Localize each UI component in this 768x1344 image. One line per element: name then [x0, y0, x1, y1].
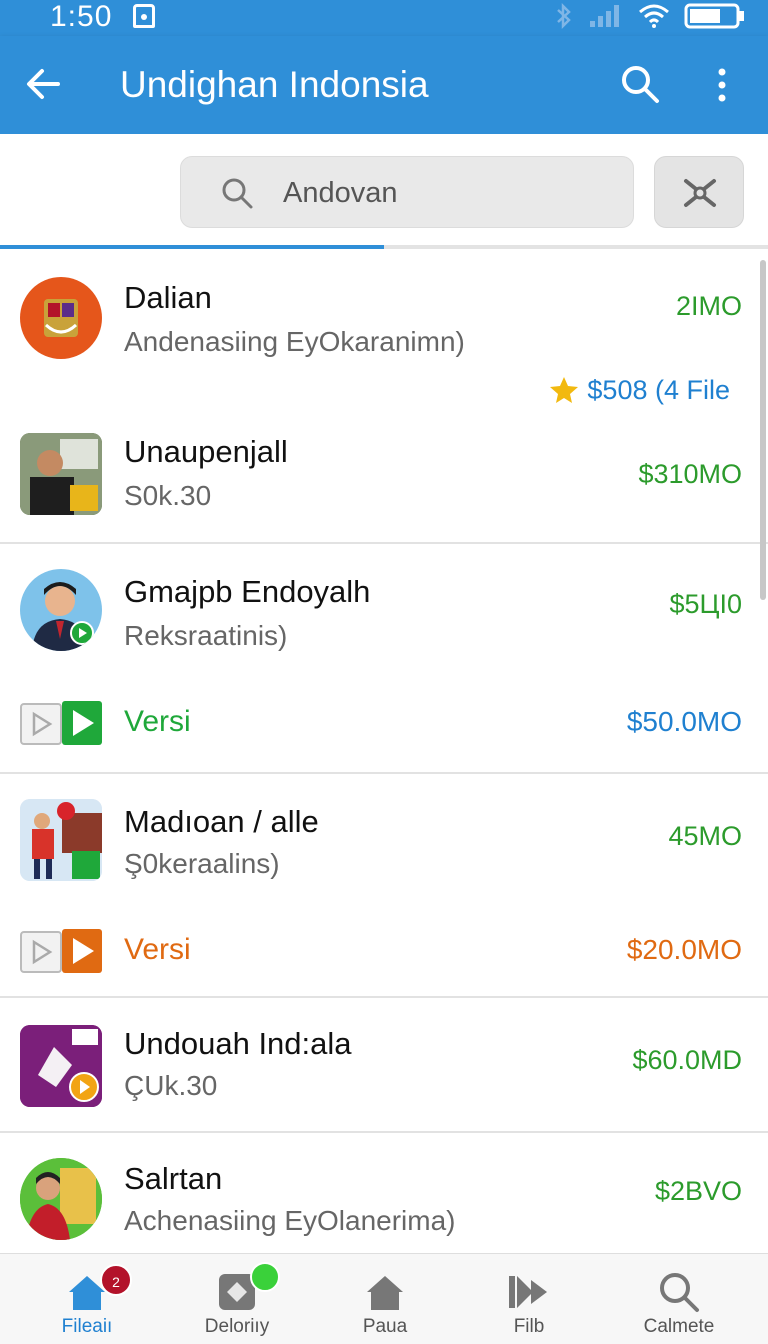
- list-item[interactable]: Dalian Andenasiing EyOkaranimn) 2IMO $50…: [0, 249, 768, 421]
- house-icon: [367, 1276, 403, 1310]
- bottom-nav: 2 Fileaiı Deloriıy Paua Filb Calmete: [0, 1253, 768, 1344]
- item-price: $5ЦI0: [669, 589, 742, 619]
- item-price: 2IMO: [675, 291, 742, 321]
- app-bar: Undighan Indonsia: [0, 36, 768, 134]
- play-outline-icon: [20, 931, 62, 973]
- tab-home[interactable]: 2 Fileaiı: [10, 1254, 164, 1344]
- item-subtitle: Achenasiing EyOlanerima): [124, 1205, 456, 1236]
- item-name: Unaupenjall: [124, 434, 288, 469]
- list-item[interactable]: Unaupenjall S0k.30 $310MO: [0, 421, 768, 543]
- version-price: $50.0MO: [626, 706, 742, 737]
- app-avatar: [20, 1025, 102, 1107]
- list-item[interactable]: Gmajpb Endoyalh Reksraatinis) $5ЦI0 Vers…: [0, 545, 768, 773]
- search-icon: [222, 178, 253, 209]
- page-title: Undighan Indonsia: [120, 64, 429, 105]
- search-row: [0, 134, 768, 246]
- search-box[interactable]: [180, 156, 634, 228]
- app-avatar: [20, 433, 102, 515]
- play-forward-icon: [509, 1276, 547, 1308]
- wifi-icon: [639, 4, 669, 28]
- signal-icon: [590, 5, 619, 27]
- star-icon: [550, 377, 579, 403]
- item-subtitle: Andenasiing EyOkaranimn): [124, 326, 465, 357]
- app-avatar: [20, 1158, 102, 1240]
- item-subtitle: S0k.30: [124, 480, 212, 511]
- app-list[interactable]: Dalian Andenasiing EyOkaranimn) 2IMO $50…: [0, 249, 768, 1253]
- item-name: Undouah Ind:ala: [124, 1026, 352, 1061]
- battery-icon: [684, 3, 744, 29]
- status-dot: [250, 1262, 280, 1292]
- item-name: Salrtan: [124, 1161, 223, 1196]
- tab-label: Deloriıy: [204, 1316, 270, 1337]
- filter-button[interactable]: [654, 156, 744, 228]
- item-subtitle: Reksraatinis): [124, 620, 288, 651]
- status-bar: 1:50: [0, 0, 768, 36]
- item-price: $60.0MD: [632, 1045, 742, 1075]
- app-avatar: [20, 569, 102, 651]
- divider: [0, 1131, 768, 1133]
- search-input[interactable]: [283, 171, 613, 215]
- scrollbar[interactable]: [760, 260, 766, 600]
- back-arrow-icon[interactable]: [22, 62, 66, 106]
- item-name: Madıoan / alle: [124, 804, 319, 839]
- tab-label: Filb: [513, 1316, 545, 1337]
- list-item[interactable]: Madıoan / alle Ş0keraalins) 45MO Versi $…: [0, 775, 768, 997]
- notification-badge: 2: [100, 1264, 132, 1296]
- tab-deloriy[interactable]: Deloriıy: [160, 1254, 314, 1344]
- item-name: Dalian: [124, 280, 212, 315]
- list-item[interactable]: Undouah Ind:ala ÇUk.30 $60.0MD: [0, 999, 768, 1133]
- tab-calmete[interactable]: Calmete: [602, 1254, 756, 1344]
- version-label: Versi: [124, 933, 191, 966]
- play-outline-icon: [20, 703, 62, 745]
- bluetooth-icon: [557, 2, 571, 30]
- item-price: $310MO: [638, 459, 742, 489]
- play-icon: [62, 929, 102, 973]
- divider: [0, 772, 768, 774]
- tab-label: Fileaiı: [61, 1316, 113, 1337]
- item-rating: $508 (4 File: [549, 373, 730, 407]
- divider: [0, 996, 768, 998]
- divider: [0, 542, 768, 544]
- search-icon[interactable]: [618, 62, 662, 106]
- search-icon: [660, 1273, 699, 1312]
- app-avatar: [20, 799, 102, 881]
- more-vert-icon[interactable]: [704, 64, 740, 108]
- tab-label: Paua: [362, 1316, 408, 1337]
- version-label: Versi: [124, 705, 191, 738]
- tab-paua[interactable]: Paua: [308, 1254, 462, 1344]
- item-price: $2BVO: [654, 1176, 742, 1206]
- app-avatar: [20, 277, 102, 359]
- version-row[interactable]: Versi $50.0MO: [0, 691, 768, 753]
- tab-filb[interactable]: Filb: [452, 1254, 606, 1344]
- rating-text: $508 (4 File: [587, 375, 730, 405]
- tools-icon: [684, 179, 716, 207]
- version-price: $20.0MO: [626, 934, 742, 965]
- item-subtitle: ÇUk.30: [124, 1070, 218, 1101]
- item-name: Gmajpb Endoyalh: [124, 574, 371, 609]
- list-item[interactable]: Salrtan Achenasiing EyOlanerima) $2BVO: [0, 1134, 768, 1253]
- version-row[interactable]: Versi $20.0MO: [0, 919, 768, 981]
- item-subtitle: Ş0keraalins): [124, 848, 280, 879]
- nfc-icon: [133, 4, 155, 28]
- status-time: 1:50: [50, 0, 113, 33]
- status-icons: [554, 2, 746, 30]
- tab-label: Calmete: [643, 1316, 715, 1337]
- play-icon: [62, 701, 102, 745]
- item-price: 45MO: [668, 821, 742, 851]
